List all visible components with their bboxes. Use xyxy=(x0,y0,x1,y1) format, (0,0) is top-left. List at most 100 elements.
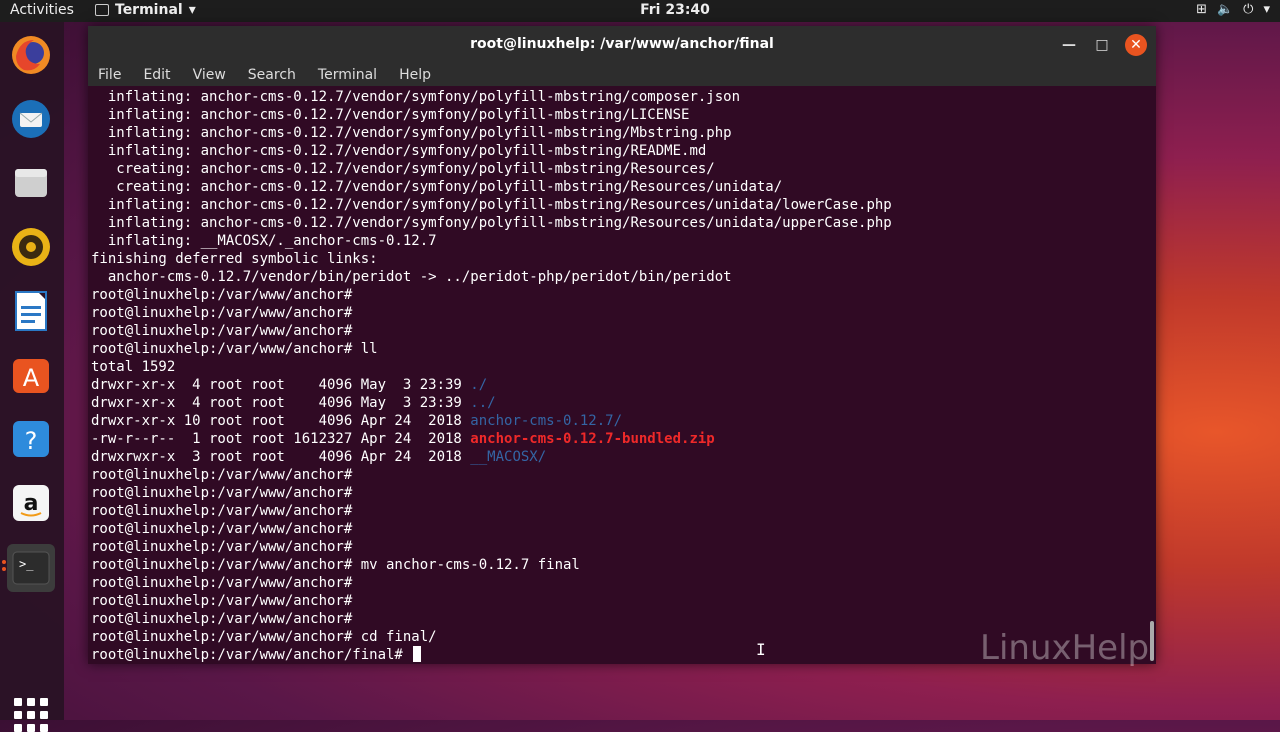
terminal-line-text: creating: anchor-cms-0.12.7/vendor/symfo… xyxy=(91,179,783,195)
terminal-line-text: root@linuxhelp:/var/www/anchor# cd final… xyxy=(91,629,437,645)
terminal-line: root@linuxhelp:/var/www/anchor# xyxy=(91,286,1156,304)
top-bar: Activities Terminal ▾ Fri 23:40 ⊞ 🔈 ⏻ ▾ xyxy=(0,0,1280,22)
terminal-cursor xyxy=(413,646,422,662)
thunderbird-icon[interactable] xyxy=(8,96,54,142)
terminal-line: inflating: anchor-cms-0.12.7/vendor/symf… xyxy=(91,214,1156,232)
system-tray[interactable]: ⊞ 🔈 ⏻ ▾ xyxy=(1196,2,1270,17)
software-center-icon[interactable]: A xyxy=(8,352,54,398)
terminal-line: inflating: anchor-cms-0.12.7/vendor/symf… xyxy=(91,106,1156,124)
terminal-line: inflating: anchor-cms-0.12.7/vendor/symf… xyxy=(91,142,1156,160)
menu-file[interactable]: File xyxy=(98,67,121,83)
terminal-line: root@linuxhelp:/var/www/anchor# xyxy=(91,610,1156,628)
terminal-line-text: root@linuxhelp:/var/www/anchor# xyxy=(91,305,361,321)
svg-text:A: A xyxy=(23,364,40,392)
terminal-line-text: inflating: anchor-cms-0.12.7/vendor/symf… xyxy=(91,215,892,231)
text-cursor-icon: I xyxy=(756,640,766,659)
terminal-output[interactable]: inflating: anchor-cms-0.12.7/vendor/symf… xyxy=(88,86,1156,664)
terminal-line-text: root@linuxhelp:/var/www/anchor# xyxy=(91,323,361,339)
running-indicator xyxy=(2,560,6,564)
terminal-line: root@linuxhelp:/var/www/anchor# xyxy=(91,304,1156,322)
menu-help[interactable]: Help xyxy=(399,67,431,83)
terminal-line-text: root@linuxhelp:/var/www/anchor/final# xyxy=(91,647,412,663)
terminal-line-text: creating: anchor-cms-0.12.7/vendor/symfo… xyxy=(91,161,715,177)
menu-bar: File Edit View Search Terminal Help xyxy=(88,64,1156,86)
terminal-line-text: root@linuxhelp:/var/www/anchor# xyxy=(91,521,361,537)
terminal-line: -rw-r--r-- 1 root root 1612327 Apr 24 20… xyxy=(91,430,1156,448)
volume-icon[interactable]: 🔈 xyxy=(1217,2,1233,17)
help-icon[interactable]: ? xyxy=(8,416,54,462)
terminal-line-text: inflating: __MACOSX/._anchor-cms-0.12.7 xyxy=(91,233,437,249)
terminal-line: root@linuxhelp:/var/www/anchor# ll xyxy=(91,340,1156,358)
terminal-line-text: inflating: anchor-cms-0.12.7/vendor/symf… xyxy=(91,143,707,159)
clock[interactable]: Fri 23:40 xyxy=(0,2,1280,18)
files-icon[interactable] xyxy=(8,160,54,206)
window-title: root@linuxhelp: /var/www/anchor/final xyxy=(470,36,774,52)
terminal-line: root@linuxhelp:/var/www/anchor# xyxy=(91,520,1156,538)
terminal-line: inflating: __MACOSX/._anchor-cms-0.12.7 xyxy=(91,232,1156,250)
terminal-line-text: drwxr-xr-x 10 root root 4096 Apr 24 2018 xyxy=(91,413,471,429)
terminal-line: root@linuxhelp:/var/www/anchor# mv ancho… xyxy=(91,556,1156,574)
network-icon[interactable]: ⊞ xyxy=(1196,2,1207,17)
terminal-colored-entry: __MACOSX/ xyxy=(470,449,547,465)
terminal-line-text: root@linuxhelp:/var/www/anchor# xyxy=(91,287,361,303)
terminal-line: root@linuxhelp:/var/www/anchor# xyxy=(91,466,1156,484)
firefox-icon[interactable] xyxy=(8,32,54,78)
terminal-line: creating: anchor-cms-0.12.7/vendor/symfo… xyxy=(91,160,1156,178)
terminal-line: drwxr-xr-x 10 root root 4096 Apr 24 2018… xyxy=(91,412,1156,430)
terminal-line: root@linuxhelp:/var/www/anchor# xyxy=(91,574,1156,592)
terminal-line-text: inflating: anchor-cms-0.12.7/vendor/symf… xyxy=(91,125,732,141)
terminal-colored-entry: anchor-cms-0.12.7/ xyxy=(470,413,623,429)
terminal-line-text: root@linuxhelp:/var/www/anchor# xyxy=(91,485,361,501)
terminal-line-text: root@linuxhelp:/var/www/anchor# xyxy=(91,539,361,555)
terminal-line: inflating: anchor-cms-0.12.7/vendor/symf… xyxy=(91,124,1156,142)
terminal-line: root@linuxhelp:/var/www/anchor# xyxy=(91,592,1156,610)
terminal-line-text: root@linuxhelp:/var/www/anchor# xyxy=(91,575,361,591)
terminal-line-text: anchor-cms-0.12.7/vendor/bin/peridot -> … xyxy=(91,269,732,285)
minimize-button[interactable]: — xyxy=(1058,34,1080,56)
terminal-line: root@linuxhelp:/var/www/anchor# xyxy=(91,484,1156,502)
terminal-colored-entry: ../ xyxy=(470,395,496,411)
terminal-line: inflating: anchor-cms-0.12.7/vendor/symf… xyxy=(91,88,1156,106)
terminal-line-text: inflating: anchor-cms-0.12.7/vendor/symf… xyxy=(91,197,892,213)
terminal-line: drwxrwxr-x 3 root root 4096 Apr 24 2018 … xyxy=(91,448,1156,466)
power-icon[interactable]: ⏻ xyxy=(1243,2,1253,17)
terminal-line-text: root@linuxhelp:/var/www/anchor# mv ancho… xyxy=(91,557,580,573)
running-indicator xyxy=(2,567,6,571)
terminal-colored-entry: anchor-cms-0.12.7-bundled.zip xyxy=(470,431,715,447)
terminal-icon[interactable]: >_ xyxy=(7,544,55,592)
terminal-line: drwxr-xr-x 4 root root 4096 May 3 23:39 … xyxy=(91,394,1156,412)
terminal-line: root@linuxhelp:/var/www/anchor# xyxy=(91,322,1156,340)
terminal-line: finishing deferred symbolic links: xyxy=(91,250,1156,268)
terminal-line: creating: anchor-cms-0.12.7/vendor/symfo… xyxy=(91,178,1156,196)
show-applications-icon[interactable] xyxy=(14,698,48,732)
terminal-line-text: drwxr-xr-x 4 root root 4096 May 3 23:39 xyxy=(91,377,471,393)
terminal-line-text: drwxr-xr-x 4 root root 4096 May 3 23:39 xyxy=(91,395,471,411)
svg-text:a: a xyxy=(24,491,39,516)
chevron-down-icon[interactable]: ▾ xyxy=(1263,2,1270,17)
terminal-colored-entry: ./ xyxy=(470,377,488,393)
terminal-line-text: root@linuxhelp:/var/www/anchor# xyxy=(91,611,361,627)
window-titlebar[interactable]: root@linuxhelp: /var/www/anchor/final — … xyxy=(88,26,1156,64)
terminal-line: total 1592 xyxy=(91,358,1156,376)
terminal-line-text: drwxrwxr-x 3 root root 4096 Apr 24 2018 xyxy=(91,449,471,465)
close-button[interactable]: ✕ xyxy=(1125,34,1147,56)
rhythmbox-icon[interactable] xyxy=(8,224,54,270)
menu-terminal[interactable]: Terminal xyxy=(318,67,377,83)
terminal-line-text: root@linuxhelp:/var/www/anchor# xyxy=(91,593,361,609)
writer-icon[interactable] xyxy=(8,288,54,334)
amazon-icon[interactable]: a xyxy=(8,480,54,526)
terminal-line-text: finishing deferred symbolic links: xyxy=(91,251,378,267)
terminal-line: root@linuxhelp:/var/www/anchor# xyxy=(91,502,1156,520)
terminal-line-text: inflating: anchor-cms-0.12.7/vendor/symf… xyxy=(91,107,690,123)
menu-edit[interactable]: Edit xyxy=(143,67,170,83)
terminal-line-text: inflating: anchor-cms-0.12.7/vendor/symf… xyxy=(91,89,741,105)
terminal-line-text: -rw-r--r-- 1 root root 1612327 Apr 24 20… xyxy=(91,431,471,447)
terminal-line: drwxr-xr-x 4 root root 4096 May 3 23:39 … xyxy=(91,376,1156,394)
terminal-window: root@linuxhelp: /var/www/anchor/final — … xyxy=(88,26,1156,664)
maximize-button[interactable]: □ xyxy=(1091,34,1113,56)
menu-search[interactable]: Search xyxy=(248,67,296,83)
menu-view[interactable]: View xyxy=(193,67,226,83)
watermark: LinuxHelp xyxy=(980,628,1150,668)
terminal-line-text: root@linuxhelp:/var/www/anchor# xyxy=(91,503,361,519)
terminal-line: root@linuxhelp:/var/www/anchor# xyxy=(91,538,1156,556)
